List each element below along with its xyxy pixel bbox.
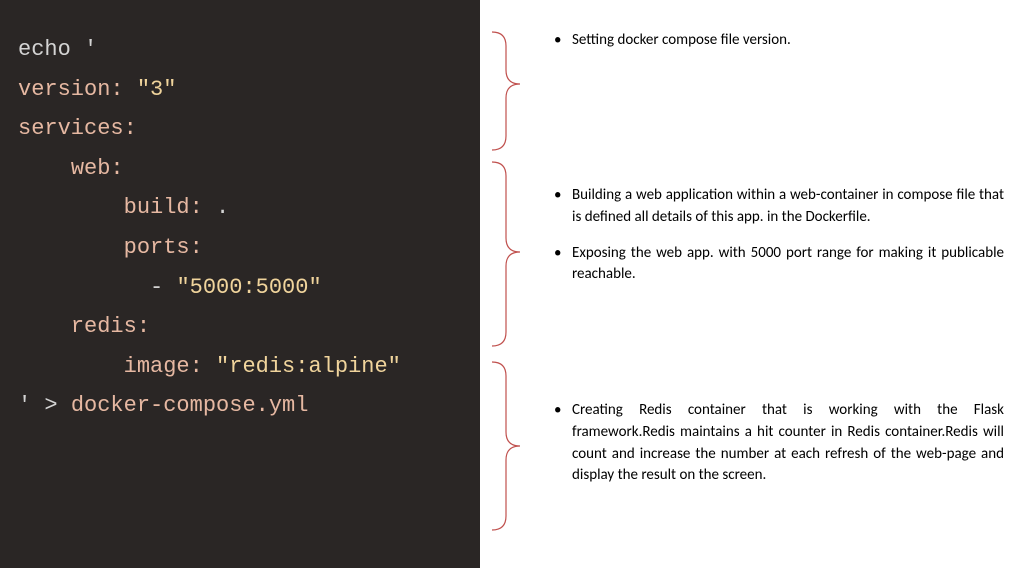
code-pane: echo ' version: "3" services: web: build… [0,0,480,568]
annotation-item: Creating Redis container that is working… [552,400,1004,487]
token-echo: echo [18,37,71,62]
token-redirect-op: > [31,393,71,418]
token-close-quote: ' [18,393,31,418]
token-filename: docker-compose.yml [71,393,309,418]
annotation-pane: Setting docker compose file version. Bui… [480,0,1024,568]
code-line-7: - "5000:5000" [18,268,462,308]
token-version-val: "3" [124,77,177,102]
token-ports-dash: - [150,275,176,300]
annotation-group-2: Building a web application within a web-… [552,185,1004,300]
token-build-val: . [203,195,229,220]
token-build-key: build: [124,195,203,220]
annotation-group-1: Setting docker compose file version. [552,30,1004,66]
annotation-item: Setting docker compose file version. [552,30,1004,52]
token-redis-key: redis: [71,314,150,339]
bracket-3 [492,362,520,530]
code-line-10: ' > docker-compose.yml [18,386,462,426]
code-line-5: build: . [18,188,462,228]
token-image-key: image: [124,354,203,379]
annotation-group-3: Creating Redis container that is working… [552,400,1004,501]
bracket-svg [480,0,540,568]
code-line-4: web: [18,149,462,189]
code-line-9: image: "redis:alpine" [18,347,462,387]
token-ports-key: ports: [124,235,203,260]
token-services-key: services: [18,116,137,141]
token-version-key: version: [18,77,124,102]
code-line-6: ports: [18,228,462,268]
code-line-2: version: "3" [18,70,462,110]
code-line-1: echo ' [18,30,462,70]
annotation-item: Building a web application within a web-… [552,185,1004,229]
code-line-3: services: [18,109,462,149]
token-ports-val: "5000:5000" [176,275,321,300]
token-web-key: web: [71,156,124,181]
code-line-8: redis: [18,307,462,347]
token-open-quote: ' [71,37,97,62]
bracket-1 [492,32,520,150]
bracket-2 [492,162,520,346]
token-image-val: "redis:alpine" [203,354,401,379]
annotation-item: Exposing the web app. with 5000 port ran… [552,243,1004,287]
